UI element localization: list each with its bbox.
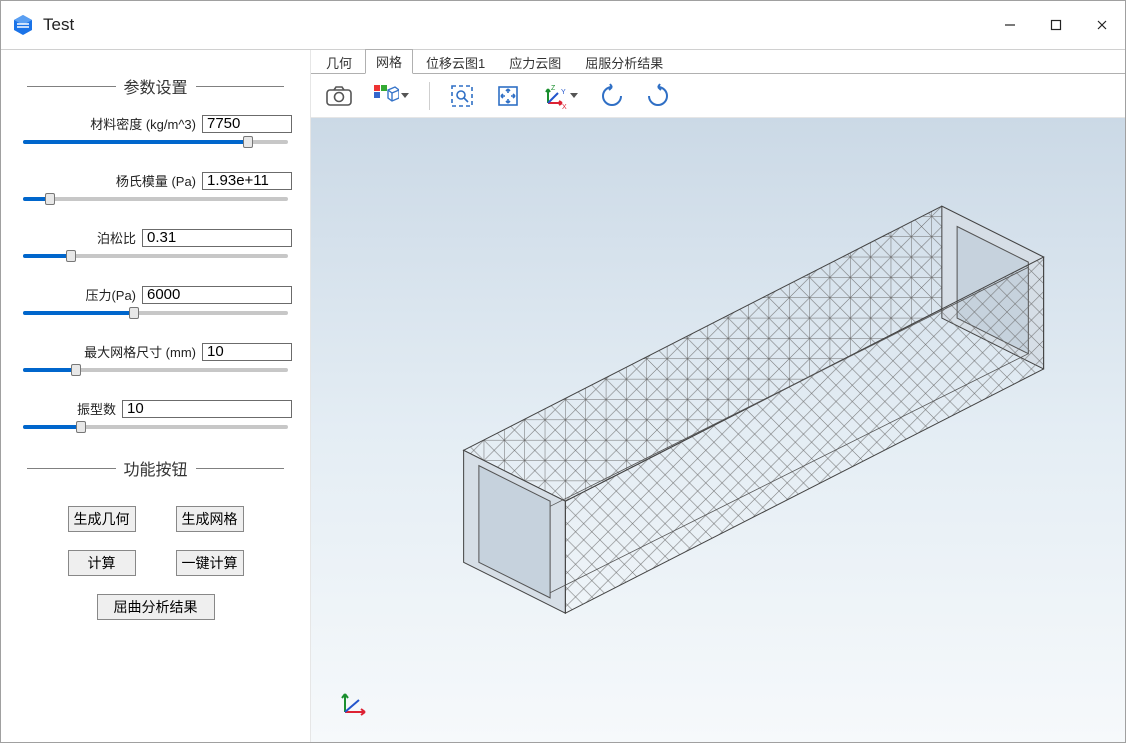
titlebar: Test — [1, 1, 1125, 49]
chevron-down-icon — [570, 93, 578, 98]
fit-view-icon — [496, 84, 520, 108]
gen-geom-button[interactable]: 生成几何 — [68, 506, 136, 532]
rotate-ccw-button[interactable] — [644, 82, 672, 110]
gen-mesh-button[interactable]: 生成网格 — [176, 506, 244, 532]
axes-icon: Z Y X — [542, 83, 568, 109]
sidebar: 参数设置 材料密度 (kg/m^3) 杨氏模量 (Pa) — [1, 50, 311, 742]
viewport-triad-icon — [335, 682, 375, 722]
param-youngs-input[interactable] — [202, 172, 292, 190]
param-pressure-input[interactable] — [142, 286, 292, 304]
tab-mesh[interactable]: 网格 — [365, 49, 413, 74]
minimize-button[interactable] — [987, 9, 1033, 41]
param-density-slider[interactable] — [23, 135, 288, 149]
param-pressure: 压力(Pa) — [19, 285, 292, 320]
param-mesh-slider[interactable] — [23, 363, 288, 377]
param-pressure-slider[interactable] — [23, 306, 288, 320]
param-mesh: 最大网格尺寸 (mm) — [19, 342, 292, 377]
param-youngs: 杨氏模量 (Pa) — [19, 171, 292, 206]
screenshot-button[interactable] — [325, 82, 353, 110]
tab-geom[interactable]: 几何 — [315, 50, 363, 74]
param-density: 材料密度 (kg/m^3) — [19, 114, 292, 149]
param-modes-input[interactable] — [122, 400, 292, 418]
tab-buckle[interactable]: 屈服分析结果 — [574, 50, 674, 74]
param-poisson: 泊松比 — [19, 228, 292, 263]
close-button[interactable] — [1079, 9, 1125, 41]
func-legend: 功能按钮 — [19, 456, 292, 480]
param-modes-slider[interactable] — [23, 420, 288, 434]
chevron-down-icon — [401, 93, 409, 98]
window-title: Test — [43, 15, 74, 35]
rotate-ccw-icon — [645, 83, 671, 109]
func-button-group: 生成几何 生成网格 计算 一键计算 屈曲分析结果 — [19, 496, 292, 630]
viewport-3d[interactable] — [311, 118, 1125, 742]
fit-view-button[interactable] — [494, 82, 522, 110]
rotate-cw-button[interactable] — [598, 82, 626, 110]
maximize-button[interactable] — [1033, 9, 1079, 41]
svg-text:Y: Y — [561, 89, 566, 96]
zoom-box-button[interactable] — [448, 82, 476, 110]
rotate-cw-icon — [599, 83, 625, 109]
minimize-icon — [1004, 19, 1016, 31]
maximize-icon — [1050, 19, 1062, 31]
param-youngs-label: 杨氏模量 (Pa) — [116, 171, 196, 190]
params-legend: 参数设置 — [19, 74, 292, 98]
cube-palette-icon — [373, 84, 399, 108]
param-poisson-slider[interactable] — [23, 249, 288, 263]
tabbar: 几何 网格 位移云图1 应力云图 屈服分析结果 — [311, 50, 1125, 74]
svg-text:Z: Z — [551, 85, 556, 92]
buckling-result-button[interactable]: 屈曲分析结果 — [97, 594, 215, 620]
app-window: Test 参数设置 材料密度 (kg/m^3) — [0, 0, 1126, 743]
zoom-selection-icon — [450, 84, 474, 108]
view-mode-button[interactable] — [371, 82, 411, 110]
close-icon — [1096, 19, 1108, 31]
view-toolbar: Z Y X — [311, 74, 1125, 118]
mesh-model — [311, 118, 1125, 742]
tab-stress[interactable]: 应力云图 — [498, 50, 572, 74]
tab-disp[interactable]: 位移云图1 — [415, 50, 496, 74]
app-icon — [11, 13, 35, 37]
param-modes: 振型数 — [19, 399, 292, 434]
param-poisson-input[interactable] — [142, 229, 292, 247]
compute-button[interactable]: 计算 — [68, 550, 136, 576]
one-click-button[interactable]: 一键计算 — [176, 550, 244, 576]
main-panel: 几何 网格 位移云图1 应力云图 屈服分析结果 — [311, 50, 1125, 742]
param-pressure-label: 压力(Pa) — [85, 285, 136, 304]
param-mesh-label: 最大网格尺寸 (mm) — [84, 342, 196, 361]
param-density-label: 材料密度 (kg/m^3) — [90, 114, 196, 133]
param-poisson-label: 泊松比 — [97, 228, 136, 247]
svg-text:X: X — [562, 104, 567, 109]
param-modes-label: 振型数 — [77, 399, 116, 418]
param-density-input[interactable] — [202, 115, 292, 133]
param-mesh-input[interactable] — [202, 343, 292, 361]
axes-orient-button[interactable]: Z Y X — [540, 82, 580, 110]
param-youngs-slider[interactable] — [23, 192, 288, 206]
camera-icon — [326, 85, 352, 107]
